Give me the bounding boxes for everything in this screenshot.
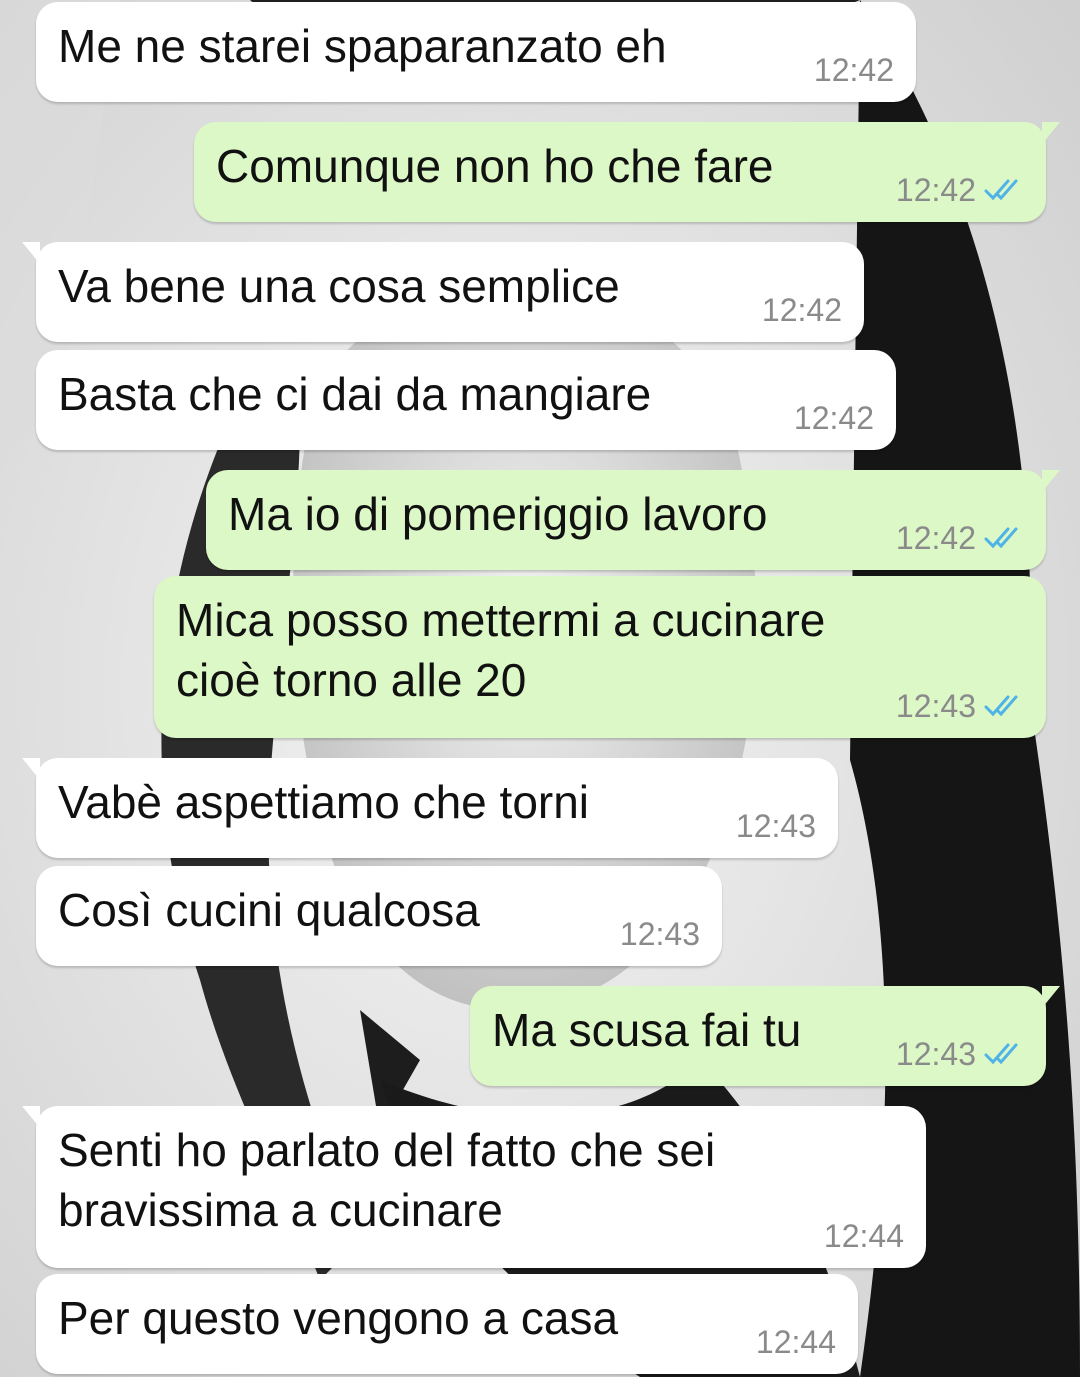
message-text: Senti ho parlato del fatto che sei bravi… <box>58 1124 716 1236</box>
message-text: Me ne starei spaparanzato eh <box>58 20 667 72</box>
message-incoming[interactable]: Basta che ci dai da mangiare 12:42 <box>36 350 896 450</box>
message-timestamp: 12:43 <box>895 1036 976 1072</box>
double-check-read-icon <box>984 695 1018 717</box>
message-timestamp: 12:42 <box>761 292 842 328</box>
message-text: Va bene una cosa semplice <box>58 260 620 312</box>
message-text: Basta che ci dai da mangiare <box>58 368 652 420</box>
double-check-read-icon <box>984 179 1018 201</box>
message-timestamp: 12:44 <box>823 1218 904 1254</box>
message-timestamp: 12:42 <box>895 172 976 208</box>
message-text: Così cucini qualcosa <box>58 884 480 936</box>
message-timestamp: 12:43 <box>895 688 976 724</box>
message-timestamp: 12:42 <box>793 400 874 436</box>
message-timestamp: 12:43 <box>619 916 700 952</box>
message-outgoing[interactable]: Mica posso mettermi a cucinare cioè torn… <box>154 576 1046 738</box>
message-incoming[interactable]: Vabè aspettiamo che torni 12:43 <box>22 758 838 858</box>
double-check-read-icon <box>984 527 1018 549</box>
message-text: Per questo vengono a casa <box>58 1292 619 1344</box>
message-incoming[interactable]: Così cucini qualcosa 12:43 <box>36 866 722 966</box>
message-incoming[interactable]: Senti ho parlato del fatto che sei bravi… <box>22 1106 926 1268</box>
message-timestamp: 12:42 <box>895 520 976 556</box>
message-text: Vabè aspettiamo che torni <box>58 776 590 828</box>
message-incoming[interactable]: Va bene una cosa semplice 12:42 <box>22 242 864 342</box>
message-timestamp: 12:44 <box>755 1324 836 1360</box>
message-outgoing[interactable]: Ma io di pomeriggio lavoro 12:42 <box>206 470 1060 570</box>
message-outgoing[interactable]: Comunque non ho che fare 12:42 <box>194 122 1060 222</box>
message-incoming[interactable]: Per questo vengono a casa 12:44 <box>36 1274 858 1374</box>
message-outgoing[interactable]: Ma scusa fai tu 12:43 <box>470 986 1060 1086</box>
double-check-read-icon <box>984 1043 1018 1065</box>
message-timestamp: 12:42 <box>813 52 894 88</box>
message-timestamp: 12:43 <box>735 808 816 844</box>
message-incoming[interactable]: Me ne starei spaparanzato eh 12:42 <box>36 2 916 102</box>
